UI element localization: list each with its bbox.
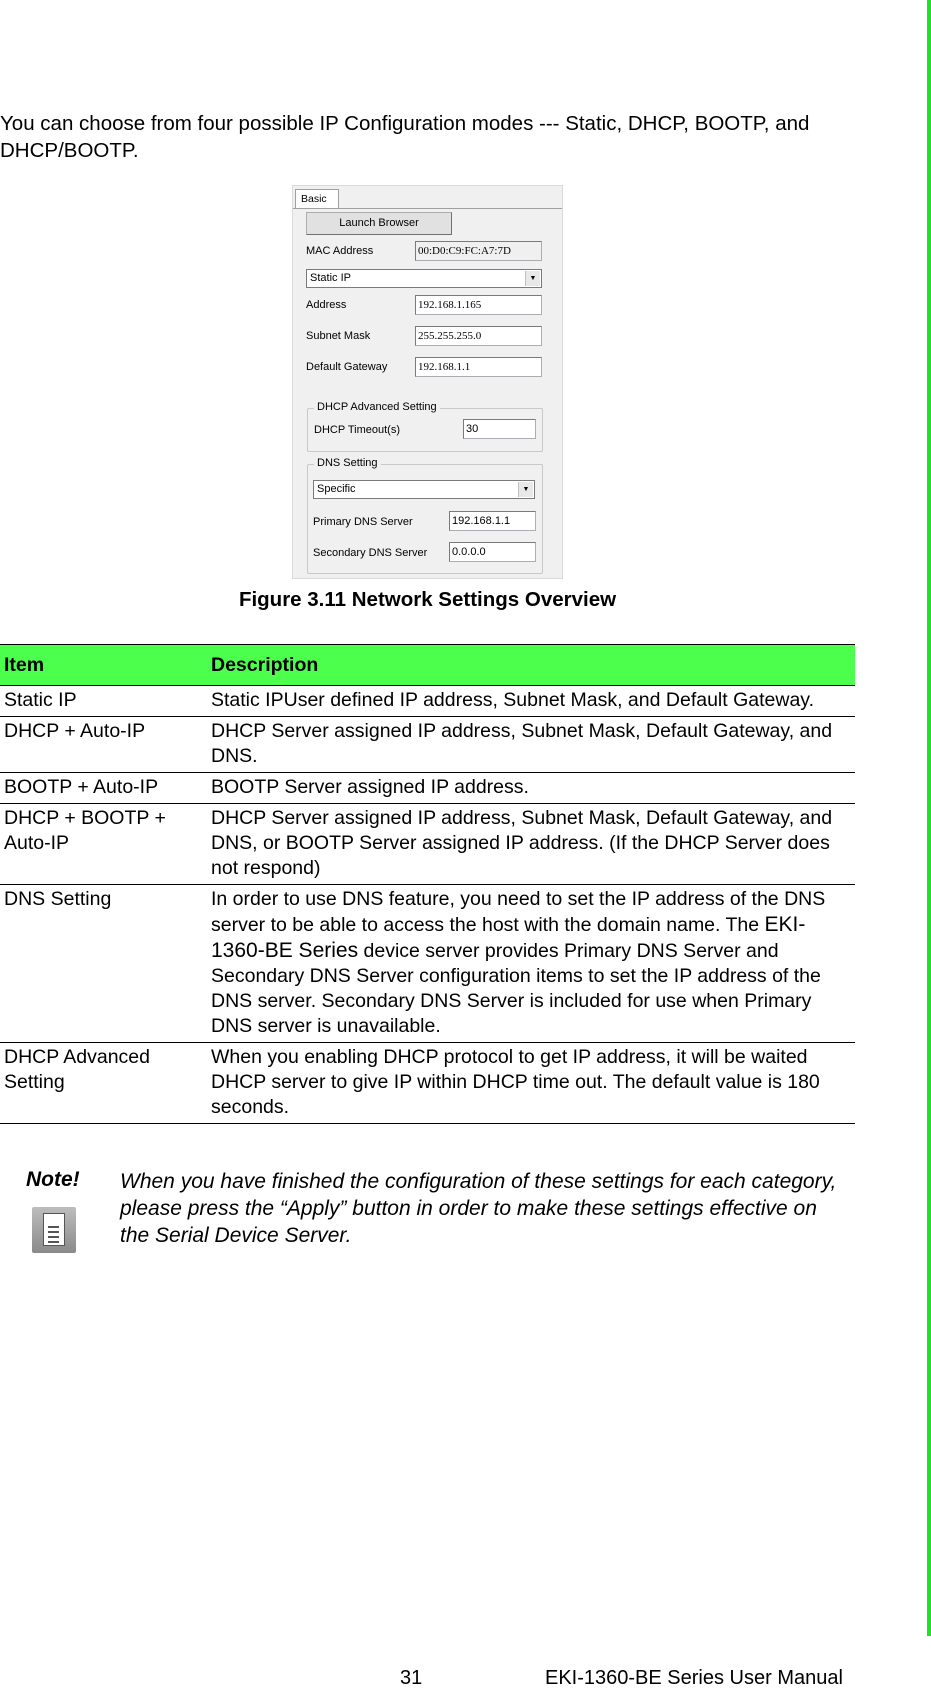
settings-table: Item Description Static IP Static IPUser… xyxy=(0,644,855,1124)
dns-setting-legend: DNS Setting xyxy=(314,457,381,469)
default-gateway-field[interactable]: 192.168.1.1 xyxy=(415,357,542,377)
default-gateway-label: Default Gateway xyxy=(306,361,388,373)
dns-mode-select[interactable]: Specific ▼ xyxy=(313,480,535,499)
tab-strip: Basic xyxy=(293,186,562,209)
note-title: Note! xyxy=(26,1168,80,1191)
table-header-row: Item Description xyxy=(0,644,855,686)
address-label: Address xyxy=(306,299,347,311)
secondary-dns-label: Secondary DNS Server xyxy=(313,547,428,559)
dhcp-advanced-group: DHCP Advanced Setting DHCP Timeout(s) 30 xyxy=(307,401,543,452)
launch-browser-button[interactable]: Launch Browser xyxy=(306,212,452,235)
row-description: In order to use DNS feature, you need to… xyxy=(207,884,855,1043)
table-row: BOOTP + Auto-IP BOOTP Server assigned IP… xyxy=(0,772,855,804)
row-description: DHCP Server assigned IP address, Subnet … xyxy=(207,716,855,773)
mac-address-field: 00:D0:C9:FC:A7:7D xyxy=(415,241,542,261)
table-row: Static IP Static IPUser defined IP addre… xyxy=(0,685,855,717)
chevron-down-icon[interactable]: ▼ xyxy=(525,271,540,286)
ip-mode-select[interactable]: Static IP ▼ xyxy=(306,269,542,288)
row-item: Static IP xyxy=(0,685,207,717)
row-description: DHCP Server assigned IP address, Subnet … xyxy=(207,803,855,885)
table-row: DHCP Advanced Setting When you enabling … xyxy=(0,1042,855,1124)
dhcp-advanced-legend: DHCP Advanced Setting xyxy=(314,401,440,413)
address-field[interactable]: 192.168.1.165 xyxy=(415,295,542,315)
page-edge-bar xyxy=(927,0,931,1636)
dhcp-timeout-field[interactable]: 30 xyxy=(463,419,536,439)
ip-mode-value: Static IP xyxy=(310,272,351,284)
row-description: Static IPUser defined IP address, Subnet… xyxy=(207,685,855,717)
figure-caption: Figure 3.11 Network Settings Overview xyxy=(238,588,617,611)
subnet-mask-field[interactable]: 255.255.255.0 xyxy=(415,326,542,346)
page-number: 31 xyxy=(400,1667,423,1689)
note-text: When you have finished the configuration… xyxy=(120,1170,837,1247)
table-row: DHCP + BOOTP + Auto-IP DHCP Server assig… xyxy=(0,803,855,885)
row-item: DHCP Advanced Setting xyxy=(0,1042,207,1124)
manual-title: EKI-1360-BE Series User Manual xyxy=(545,1667,843,1689)
mac-address-label: MAC Address xyxy=(306,245,374,257)
table-row: DHCP + Auto-IP DHCP Server assigned IP a… xyxy=(0,716,855,773)
subnet-mask-label: Subnet Mask xyxy=(306,330,371,342)
dns-setting-group: DNS Setting Specific ▼ Primary DNS Serve… xyxy=(307,457,543,574)
tab-basic[interactable]: Basic xyxy=(295,189,339,208)
dns-mode-value: Specific xyxy=(317,483,356,495)
row-item: BOOTP + Auto-IP xyxy=(0,772,207,804)
dhcp-timeout-label: DHCP Timeout(s) xyxy=(314,424,400,436)
primary-dns-label: Primary DNS Server xyxy=(313,516,413,528)
document-icon xyxy=(32,1207,76,1253)
network-settings-screenshot: Basic Launch Browser MAC Address 00:D0:C… xyxy=(292,185,563,579)
header-item: Item xyxy=(0,644,207,686)
row-item: DNS Setting xyxy=(0,884,207,1043)
table-row: DNS Setting In order to use DNS feature,… xyxy=(0,884,855,1043)
chevron-down-icon[interactable]: ▼ xyxy=(518,482,533,497)
row-description: BOOTP Server assigned IP address. xyxy=(207,772,855,804)
secondary-dns-field[interactable]: 0.0.0.0 xyxy=(449,542,536,562)
intro-paragraph: You can choose from four possible IP Con… xyxy=(0,112,810,162)
primary-dns-field[interactable]: 192.168.1.1 xyxy=(449,511,536,531)
row-item: DHCP + BOOTP + Auto-IP xyxy=(0,803,207,885)
row-item: DHCP + Auto-IP xyxy=(0,716,207,773)
row-description: When you enabling DHCP protocol to get I… xyxy=(207,1042,855,1124)
header-description: Description xyxy=(207,644,855,686)
desc-text: In order to use DNS feature, you need to… xyxy=(211,888,826,936)
